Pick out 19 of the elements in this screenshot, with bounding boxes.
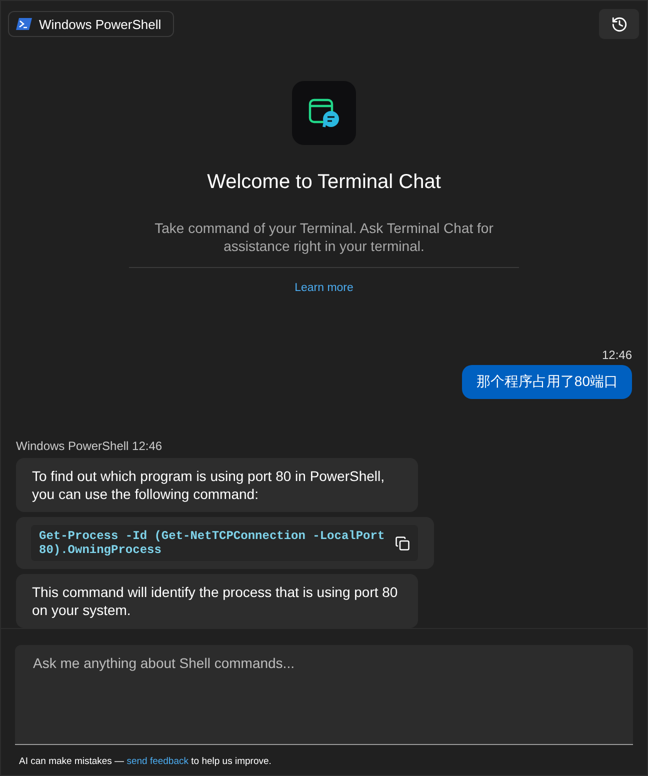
user-message: 那个程序占用了80端口	[462, 365, 632, 399]
history-icon	[610, 16, 628, 32]
terminal-icon	[16, 18, 32, 30]
copy-icon	[395, 536, 410, 550]
chat-input[interactable]: Ask me anything about Shell commands...	[15, 645, 633, 745]
assistant-message: To find out which program is using port 80 in PowerShell, you can use the following command:	[16, 458, 418, 512]
sender-label: Windows PowerShell 12:46	[16, 439, 164, 453]
assistant-message: This command will identify the process that is using port 80 on your system.	[16, 574, 418, 628]
learn-more-link[interactable]: Learn more	[294, 282, 354, 294]
history-button[interactable]	[599, 9, 639, 39]
code-text: Get-Process -Id (Get-NetTCPConnection -LocalPort 80).OwningProcess	[39, 529, 386, 557]
welcome-title: Welcome to Terminal Chat	[207, 171, 441, 194]
profile-selector[interactable]: Windows PowerShell	[8, 11, 174, 37]
message-time: 12:46	[602, 348, 632, 362]
app-logo	[292, 81, 356, 145]
send-feedback-link[interactable]: send feedback	[126, 756, 188, 767]
disclaimer-text: AI can make mistakes — send feedback to help us improve.	[19, 756, 272, 767]
welcome-description: Take command of your Terminal. Ask Terminal Chat for assistance right in your terminal.	[154, 219, 494, 255]
copy-button[interactable]	[395, 536, 410, 550]
